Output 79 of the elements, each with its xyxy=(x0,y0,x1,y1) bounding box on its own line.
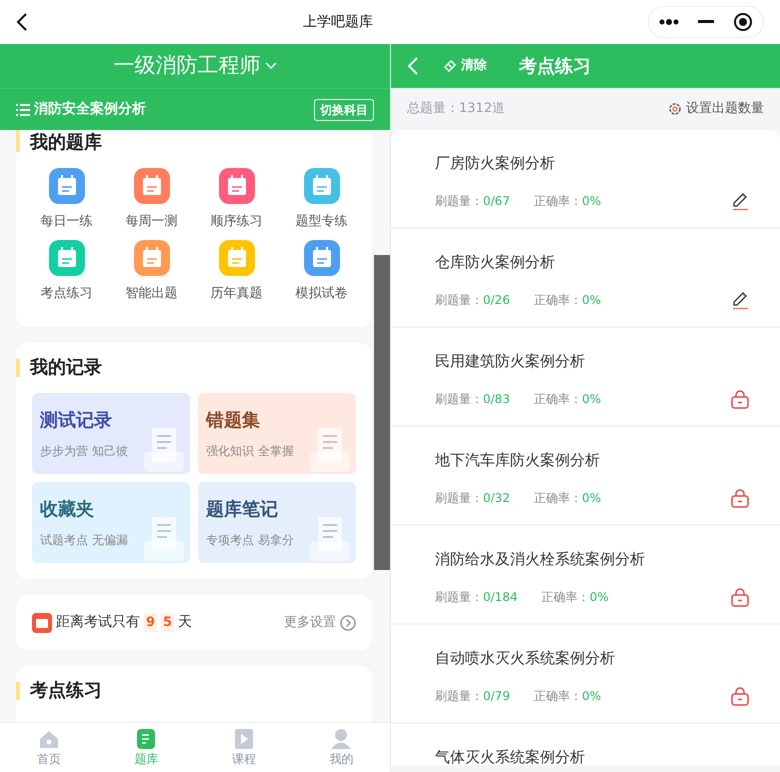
progress-stat: 刷题量：0/79 xyxy=(435,688,510,704)
grid-item-label[interactable]: 模拟试卷 xyxy=(296,284,348,303)
pencil-icon[interactable] xyxy=(730,290,750,310)
chapter-name: 气体灭火系统案例分析 xyxy=(435,747,586,765)
tile-subtitle: 步步为营 知己彼 xyxy=(40,443,129,460)
tile-title: 题库笔记 xyxy=(206,498,279,522)
subject-name: 消防安全案例分析 xyxy=(34,100,147,119)
chapter-name: 自动喷水灭火系统案例分析 xyxy=(435,648,616,669)
record-tile[interactable]: 收藏夹 试题考点 无偏漏 xyxy=(32,482,190,563)
grid-item-label[interactable]: 考点练习 xyxy=(40,284,92,303)
chapter-name: 民用建筑防火案例分析 xyxy=(435,351,586,372)
chapter-name: 厂房防火案例分析 xyxy=(435,153,556,174)
lock-icon[interactable] xyxy=(730,388,750,408)
grid-item-label[interactable]: 顺序练习 xyxy=(210,212,262,232)
chapter-item[interactable]: 气体灭火系统案例分析 xyxy=(391,724,780,765)
chapter-name: 仓库防火案例分析 xyxy=(435,252,556,273)
section-heading: 我的题库 xyxy=(16,130,372,152)
gear-icon xyxy=(668,102,682,116)
grid-item-label[interactable]: 每日一练 xyxy=(40,212,92,232)
grid-item-label[interactable]: 题型专练 xyxy=(296,212,348,232)
chapter-item[interactable]: 厂房防火案例分析 刷题量：0/67 正确率：0% xyxy=(391,130,780,229)
record-tile[interactable]: 错题集 强化知识 全掌握 xyxy=(198,393,356,474)
target-icon[interactable] xyxy=(733,12,754,32)
accuracy-stat: 正确率：0% xyxy=(534,192,602,210)
more-settings-link[interactable]: 更多设置 xyxy=(284,612,336,632)
chapter-item[interactable]: 地下汽车库防火案例分析 刷题量：0/32 正确率：0% xyxy=(391,427,780,526)
grid-item-label[interactable]: 智能出题 xyxy=(126,284,178,303)
countdown-digit: 5 xyxy=(161,612,174,632)
progress-stat: 刷题量：0/184 xyxy=(435,588,518,606)
progress-stat: 刷题量：0/67 xyxy=(435,192,510,210)
lock-icon[interactable] xyxy=(730,686,750,706)
tile-title: 收藏夹 xyxy=(40,498,95,522)
user-icon xyxy=(330,728,352,750)
accuracy-stat: 正确率：0% xyxy=(534,688,602,704)
broom-icon xyxy=(443,59,457,73)
accuracy-stat: 正确率：0% xyxy=(534,390,602,408)
tile-title: 错题集 xyxy=(206,409,261,433)
progress-stat: 刷题量：0/26 xyxy=(435,292,510,308)
lock-icon[interactable] xyxy=(730,586,750,606)
chapter-name: 消防给水及消火栓系统案例分析 xyxy=(435,549,646,570)
chapter-item[interactable]: 消防给水及消火栓系统案例分析 刷题量：0/184 正确率：0% xyxy=(391,526,780,625)
chapter-item[interactable]: 仓库防火案例分析 刷题量：0/26 正确率：0% xyxy=(391,229,780,328)
app-title: 上学吧题库 xyxy=(302,12,374,32)
back-icon[interactable] xyxy=(16,12,28,32)
accuracy-stat: 正确率：0% xyxy=(534,490,602,506)
tile-subtitle: 试题考点 无偏漏 xyxy=(40,532,129,549)
grid-item-label[interactable]: 每周一测 xyxy=(126,212,178,232)
chapter-item[interactable]: 自动喷水灭火系统案例分析 刷题量：0/79 正确率：0% xyxy=(391,625,780,724)
accuracy-stat: 正确率：0% xyxy=(534,292,602,308)
set-count-button[interactable]: 设置出题数量 xyxy=(668,99,764,119)
play-icon xyxy=(232,728,255,750)
page-title: 考点练习 xyxy=(519,54,591,78)
chevron-right-circle-icon[interactable] xyxy=(340,614,356,630)
pencil-icon[interactable] xyxy=(730,190,750,210)
chevron-down-icon[interactable] xyxy=(264,62,276,70)
tile-subtitle: 专项考点 易拿分 xyxy=(206,532,295,549)
calendar-icon[interactable] xyxy=(48,168,84,204)
calendar-icon[interactable] xyxy=(218,168,254,204)
chapter-item[interactable]: 民用建筑防火案例分析 刷题量：0/83 正确率：0% xyxy=(391,328,780,427)
countdown-digit: 9 xyxy=(144,612,158,632)
more-icon[interactable] xyxy=(658,18,679,26)
list-icon xyxy=(16,104,30,116)
tile-subtitle: 强化知识 全掌握 xyxy=(206,443,295,460)
progress-stat: 刷题量：0/32 xyxy=(435,490,510,506)
accuracy-stat: 正确率：0% xyxy=(542,588,610,606)
record-tile[interactable]: 测试记录 步步为营 知己彼 xyxy=(32,393,190,474)
minimize-icon[interactable] xyxy=(698,20,714,24)
section-heading: 考点练习 xyxy=(16,682,372,700)
record-tile[interactable]: 题库笔记 专项考点 易拿分 xyxy=(198,482,356,563)
calendar-icon xyxy=(32,612,52,632)
countdown-text: 距离考试只有 xyxy=(56,613,140,632)
lock-icon[interactable] xyxy=(730,488,750,508)
total-count: 总题量：1312道 xyxy=(407,100,506,118)
tile-title: 测试记录 xyxy=(40,409,113,433)
countdown-unit: 天 xyxy=(178,613,192,632)
grid-item-label[interactable]: 历年真题 xyxy=(210,284,262,303)
progress-stat: 刷题量：0/83 xyxy=(435,390,510,408)
chapter-name: 地下汽车库防火案例分析 xyxy=(435,450,601,471)
calendar-icon[interactable] xyxy=(218,240,254,276)
